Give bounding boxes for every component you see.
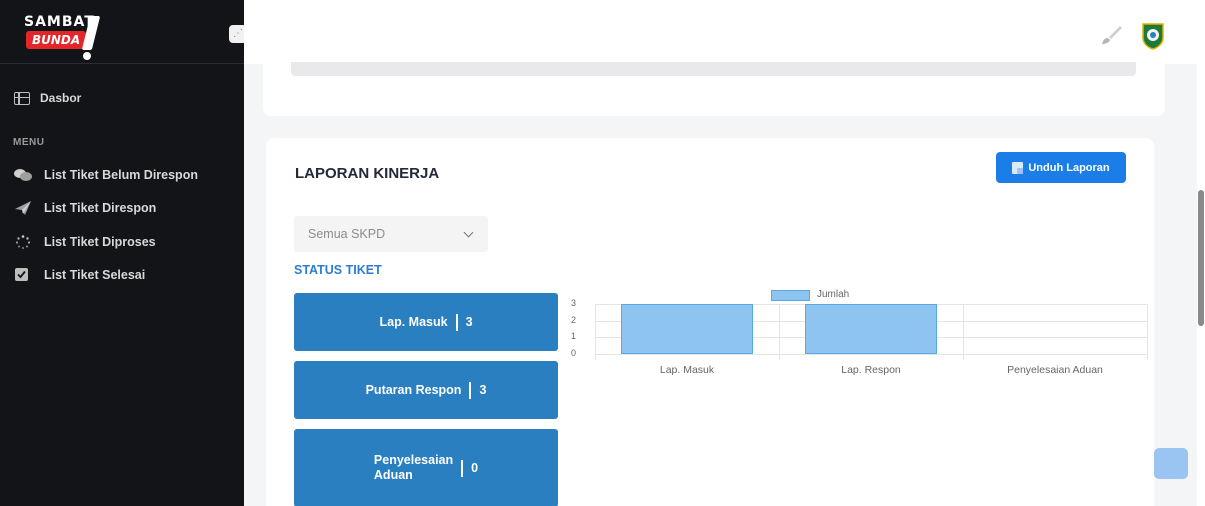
check-square-icon bbox=[14, 268, 32, 282]
chevron-down-icon bbox=[463, 227, 474, 238]
stat-label: Lap. Masuk bbox=[379, 315, 448, 329]
sidebar-item-dasbor[interactable]: Dasbor bbox=[14, 88, 81, 108]
app-logo[interactable]: SAMBAT BUNDA bbox=[24, 14, 114, 60]
logo-exclamation-dot-icon bbox=[83, 52, 91, 60]
unduh-laporan-label: Unduh Laporan bbox=[1028, 161, 1110, 174]
stat-value: 3 bbox=[479, 383, 487, 397]
stat-putaran-respon[interactable]: Putaran Respon 3 bbox=[294, 361, 558, 419]
stat-lap-masuk[interactable]: Lap. Masuk 3 bbox=[294, 293, 558, 351]
chart-bar bbox=[804, 304, 938, 354]
chart-legend-swatch bbox=[771, 290, 810, 301]
logo-line1: SAMBAT bbox=[24, 14, 95, 30]
brush-icon[interactable] bbox=[1100, 24, 1122, 46]
stat-separator bbox=[455, 313, 458, 331]
skpd-select[interactable]: Semua SKPD bbox=[294, 216, 488, 252]
collapse-icon: ⋰ bbox=[233, 28, 243, 39]
sidebar-item-direspon[interactable]: List Tiket Direspon bbox=[14, 199, 156, 217]
chart-y-tick-label: 3 bbox=[571, 298, 577, 308]
sidebar-item-label: List Tiket Selesai bbox=[44, 268, 146, 282]
stat-value: 0 bbox=[471, 461, 479, 475]
stat-label-line2: Aduan bbox=[373, 468, 413, 482]
sidebar-item-diproses[interactable]: List Tiket Diproses bbox=[14, 233, 156, 251]
chart-y-tick-label: 0 bbox=[571, 348, 577, 358]
main-content: LAPORAN KINERJA Unduh Laporan Semua SKPD… bbox=[244, 0, 1205, 506]
chart-y-tick-label: 2 bbox=[571, 314, 577, 325]
chart-legend-label: Jumlah bbox=[817, 289, 850, 300]
sidebar-item-belum-direspon[interactable]: List Tiket Belum Direspon bbox=[14, 166, 198, 184]
chart-bar bbox=[620, 304, 754, 354]
chat-bubbles-icon bbox=[14, 168, 32, 182]
scrollbar-thumb[interactable] bbox=[1198, 190, 1204, 326]
floating-action-button[interactable] bbox=[1154, 448, 1188, 479]
stat-label-line1: Penyelesaian bbox=[373, 453, 454, 467]
stat-separator bbox=[461, 459, 464, 477]
summary-card bbox=[263, 62, 1165, 116]
logo-area: SAMBAT BUNDA bbox=[0, 0, 244, 64]
stat-penyelesaian-aduan[interactable]: Penyelesaian Aduan 0 bbox=[294, 429, 558, 506]
chart-x-tick-label: Penyelesaian Aduan bbox=[1007, 364, 1103, 376]
summary-card-bar bbox=[291, 62, 1136, 76]
laporan-kinerja-card: LAPORAN KINERJA Unduh Laporan Semua SKPD… bbox=[266, 138, 1154, 506]
chart-gridline-v bbox=[595, 304, 596, 360]
stat-value: 3 bbox=[465, 315, 473, 329]
stat-label: Putaran Respon bbox=[365, 383, 462, 397]
status-tiket-heading: STATUS TIKET bbox=[294, 263, 382, 277]
chart-gridline-v bbox=[963, 304, 964, 360]
sidebar-item-label: Dasbor bbox=[40, 91, 82, 105]
menu-section-label: MENU bbox=[13, 137, 45, 148]
stat-separator bbox=[469, 381, 472, 399]
logo-line2: BUNDA bbox=[26, 31, 87, 49]
sidebar-item-label: List Tiket Direspon bbox=[44, 201, 157, 215]
emblem-icon[interactable] bbox=[1141, 22, 1165, 50]
status-tiket-chart: Jumlah 3 2 1 0 Lap. Masuk Lap. Respon Penyelesa… bbox=[571, 289, 1151, 400]
sidebar-item-label: List Tiket Belum Direspon bbox=[44, 168, 198, 182]
skpd-select-value: Semua SKPD bbox=[308, 227, 386, 241]
chart-x-tick-label: Lap. Respon bbox=[841, 364, 901, 376]
sidebar: SAMBAT BUNDA Dasbor MENU List Tiket Belu… bbox=[0, 0, 244, 506]
chart-x-tick-label: Lap. Masuk bbox=[659, 364, 715, 376]
paper-plane-icon bbox=[14, 201, 32, 215]
chart-y-tick-label: 1 bbox=[571, 331, 577, 342]
sidebar-item-label: List Tiket Diproses bbox=[44, 235, 156, 249]
topbar bbox=[244, 0, 1197, 64]
spinner-icon bbox=[14, 235, 32, 249]
chart-gridline-h bbox=[595, 354, 1147, 355]
stat-label: Penyelesaian Aduan bbox=[374, 453, 453, 483]
file-download-icon bbox=[1012, 161, 1024, 174]
page-title: LAPORAN KINERJA bbox=[295, 165, 440, 182]
sidebar-item-selesai[interactable]: List Tiket Selesai bbox=[14, 266, 145, 284]
chart-gridline-v bbox=[1147, 304, 1148, 360]
chart-gridline-v bbox=[779, 304, 780, 360]
unduh-laporan-button[interactable]: Unduh Laporan bbox=[996, 152, 1126, 183]
table-icon bbox=[14, 91, 30, 105]
